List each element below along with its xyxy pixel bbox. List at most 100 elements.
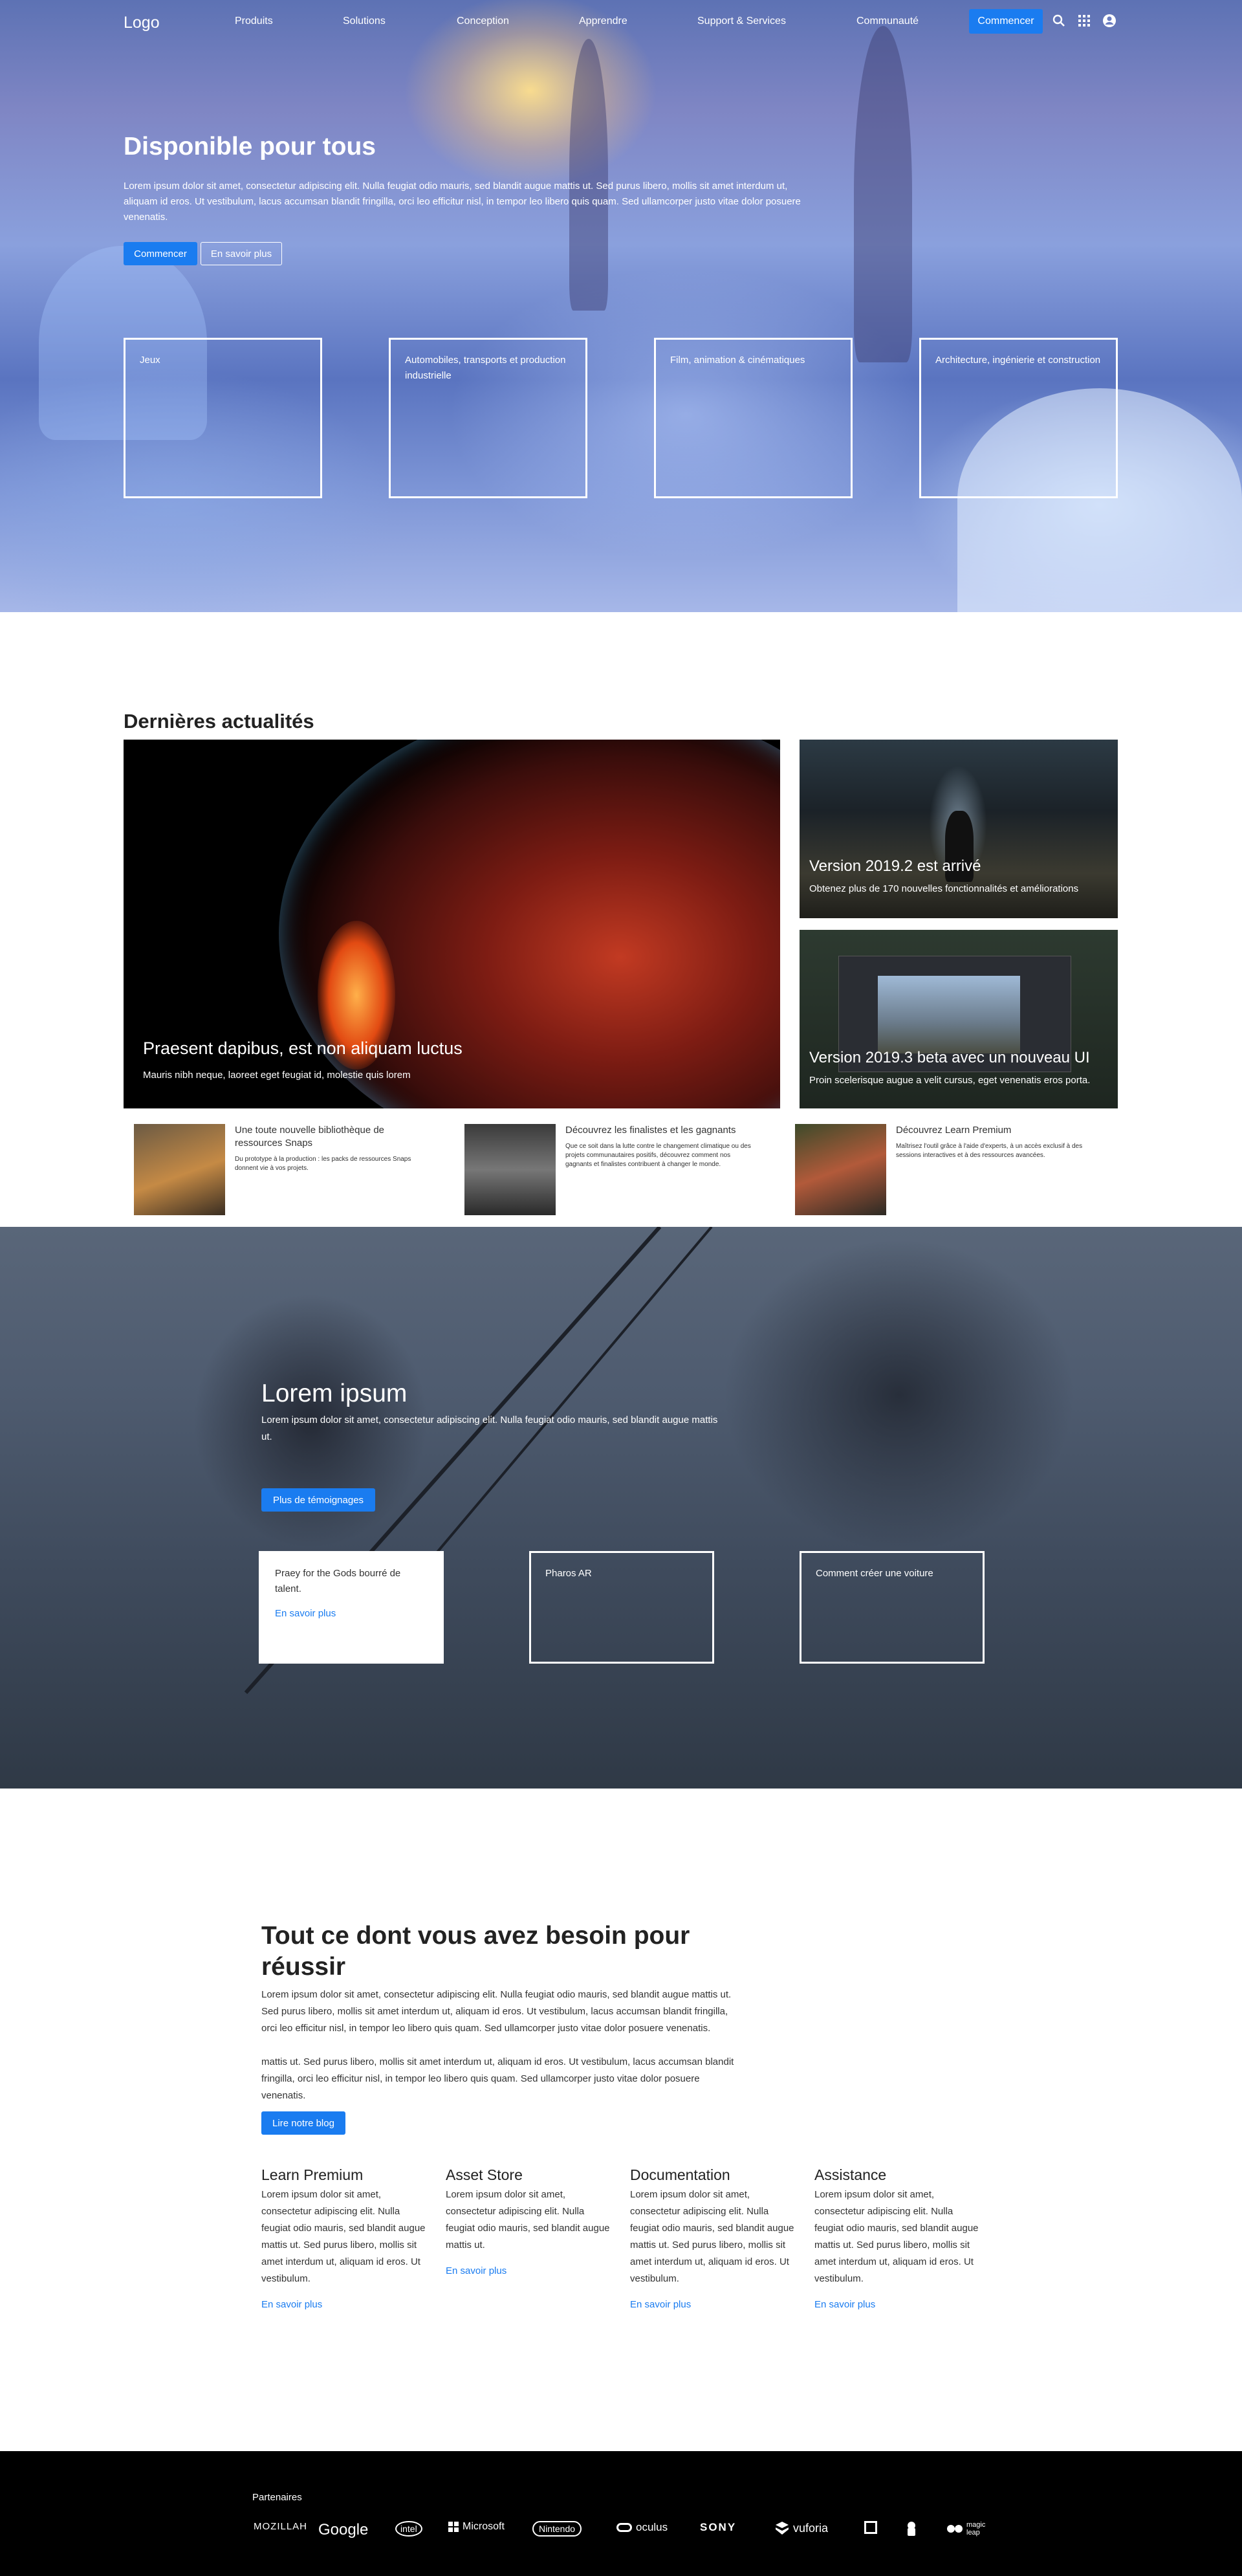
needs-title: Tout ce dont vous avez besoin pour réuss…	[261, 1922, 690, 1981]
testimonials-section: Lorem ipsum Lorem ipsum dolor sit amet, …	[0, 1227, 1242, 1789]
partner-logo-microsoft[interactable]: Microsoft	[448, 2521, 505, 2533]
account-icon[interactable]	[1102, 13, 1117, 28]
resource-title: Asset Store	[446, 2166, 523, 2183]
partner-logo-text: intel	[400, 2524, 417, 2534]
news-side-subtitle: Proin scelerisque augue a velit cursus, …	[809, 1075, 1091, 1086]
square-logo-icon	[864, 2521, 877, 2534]
partners-label: Partenaires	[252, 2492, 302, 2503]
nav-commencer-button[interactable]: Commencer	[969, 9, 1043, 34]
hero-card-automobiles[interactable]: Automobiles, transports et production in…	[389, 338, 587, 498]
partner-logo-google[interactable]: Google	[318, 2521, 368, 2539]
oculus-icon	[616, 2523, 632, 2532]
partner-logo-text: MOZILLAH	[254, 2521, 308, 2532]
resource-learn-more-link[interactable]: En savoir plus	[630, 2299, 796, 2310]
partner-logo-vuforia[interactable]: vuforia	[775, 2521, 828, 2535]
testimonial-card[interactable]: Pharos AR	[529, 1551, 714, 1664]
testimonial-card-title: Praey for the Gods bourré de talent.	[275, 1568, 401, 1594]
android-icon	[908, 2522, 915, 2536]
news-mini-thumbnail	[464, 1124, 556, 1215]
nav-item-apprendre[interactable]: Apprendre	[579, 16, 627, 27]
partner-logo-oculus[interactable]: oculus	[616, 2521, 668, 2534]
news-mini-card[interactable]: Une toute nouvelle bibliothèque de resso…	[124, 1124, 421, 1218]
partner-logo-text: Nintendo	[539, 2524, 576, 2534]
partner-logo-intel[interactable]: intel	[395, 2521, 422, 2537]
partner-logo-text: oculus	[636, 2521, 668, 2533]
news-section-title: Dernières actualités	[124, 710, 314, 732]
news-side-title: Version 2019.3 beta avec un nouveau UI	[809, 1049, 1090, 1066]
testimonials-text: Lorem ipsum dolor sit amet, consectetur …	[261, 1415, 718, 1442]
nav-item-conception[interactable]: Conception	[457, 16, 509, 27]
resource-title: Assistance	[814, 2166, 887, 2183]
news-feature-card[interactable]: Praesent dapibus, est non aliquam luctus…	[124, 740, 780, 1108]
news-side-subtitle: Obtenez plus de 170 nouvelles fonctionna…	[809, 883, 1079, 894]
hero-title: Disponible pour tous	[124, 133, 376, 160]
news-mini-thumbnail	[795, 1124, 886, 1215]
partner-logo-mozilla[interactable]: MOZILLAH	[254, 2521, 307, 2532]
news-mini-card[interactable]: Découvrez Learn Premium Maîtrisez l'outi…	[785, 1124, 1082, 1218]
partner-logo-text: vuforia	[793, 2521, 829, 2535]
resource-column: Asset Store Lorem ipsum dolor sit amet, …	[446, 2166, 611, 2276]
search-icon[interactable]	[1051, 13, 1067, 28]
nav-item-solutions[interactable]: Solutions	[343, 16, 386, 27]
hero-card-label: Jeux	[140, 355, 160, 366]
needs-text: mattis ut. Sed purus libero, mollis sit …	[261, 2056, 734, 2101]
testimonial-card[interactable]: Comment créer une voiture	[800, 1551, 985, 1664]
news-side-card[interactable]: Version 2019.2 est arrivé Obtenez plus d…	[800, 740, 1118, 918]
partner-logo-text: SONY	[700, 2521, 737, 2533]
hero-card-label: Film, animation & cinématiques	[670, 355, 805, 366]
partner-logo-sony[interactable]: SONY	[700, 2521, 736, 2534]
testimonial-card-title: Pharos AR	[545, 1568, 592, 1579]
nav-item-produits[interactable]: Produits	[235, 16, 273, 27]
top-nav: Logo Produits Solutions Conception Appre…	[0, 0, 1242, 44]
read-blog-button[interactable]: Lire notre blog	[261, 2111, 345, 2135]
resource-column: Learn Premium Lorem ipsum dolor sit amet…	[261, 2166, 427, 2310]
microsoft-icon	[448, 2522, 459, 2532]
hero-card-architecture[interactable]: Architecture, ingénierie et construction	[919, 338, 1118, 498]
resource-text: Lorem ipsum dolor sit amet, consectetur …	[446, 2189, 610, 2251]
nav-item-communaute[interactable]: Communauté	[856, 16, 919, 27]
partner-logo-android[interactable]	[904, 2521, 919, 2538]
news-mini-title: Découvrez Learn Premium	[896, 1125, 1012, 1136]
news-mini-title: Une toute nouvelle bibliothèque de resso…	[235, 1125, 385, 1149]
testimonial-card[interactable]: Praey for the Gods bourré de talent. En …	[259, 1551, 444, 1664]
hero-card-label: Architecture, ingénierie et construction	[935, 355, 1101, 366]
news-side-card[interactable]: Version 2019.3 beta avec un nouveau UI P…	[800, 930, 1118, 1108]
news-mini-text: Maîtrisez l'outil grâce à l'aide d'exper…	[896, 1143, 1083, 1159]
testimonial-learn-more-link[interactable]: En savoir plus	[275, 1606, 428, 1622]
resource-text: Lorem ipsum dolor sit amet, consectetur …	[261, 2189, 426, 2284]
resource-column: Assistance Lorem ipsum dolor sit amet, c…	[814, 2166, 980, 2310]
hero-card-label: Automobiles, transports et production in…	[405, 355, 566, 381]
news-feature-title: Praesent dapibus, est non aliquam luctus	[143, 1039, 463, 1058]
partner-logo-magic-leap[interactable]: magic leap	[947, 2521, 991, 2537]
testimonials-title: Lorem ipsum	[261, 1380, 408, 1407]
hero-art-tree	[569, 39, 608, 311]
resource-title: Documentation	[630, 2166, 730, 2183]
partner-logo-square[interactable]	[864, 2521, 877, 2534]
hero-card-film[interactable]: Film, animation & cinématiques	[654, 338, 853, 498]
resource-learn-more-link[interactable]: En savoir plus	[446, 2265, 611, 2276]
hero-learn-more-button[interactable]: En savoir plus	[201, 242, 282, 265]
logo[interactable]: Logo	[124, 14, 160, 32]
partner-logo-text: Microsoft	[463, 2521, 505, 2532]
resource-title: Learn Premium	[261, 2166, 364, 2183]
partner-logo-text: Google	[318, 2521, 369, 2538]
hero-section: Logo Produits Solutions Conception Appre…	[0, 0, 1242, 612]
nav-item-support[interactable]: Support & Services	[697, 16, 786, 27]
news-mini-thumbnail	[134, 1124, 225, 1215]
resource-learn-more-link[interactable]: En savoir plus	[814, 2299, 980, 2310]
news-mini-card[interactable]: Découvrez les finalistes et les gagnants…	[454, 1124, 752, 1218]
resource-learn-more-link[interactable]: En savoir plus	[261, 2299, 427, 2310]
more-testimonials-button[interactable]: Plus de témoignages	[261, 1488, 375, 1512]
vuforia-icon	[776, 2522, 789, 2535]
apps-grid-icon[interactable]	[1076, 13, 1092, 28]
resource-text: Lorem ipsum dolor sit amet, consectetur …	[814, 2189, 979, 2284]
news-mini-title: Découvrez les finalistes et les gagnants	[565, 1125, 736, 1136]
needs-text: Lorem ipsum dolor sit amet, consectetur …	[261, 1989, 732, 2034]
testimonials-background-art	[244, 1227, 713, 1694]
resource-column: Documentation Lorem ipsum dolor sit amet…	[630, 2166, 796, 2310]
hero-art-tree	[854, 26, 912, 362]
partner-logo-nintendo[interactable]: Nintendo	[532, 2521, 582, 2537]
hero-commencer-button[interactable]: Commencer	[124, 242, 197, 265]
hero-card-jeux[interactable]: Jeux	[124, 338, 322, 498]
resource-text: Lorem ipsum dolor sit amet, consectetur …	[630, 2189, 794, 2284]
